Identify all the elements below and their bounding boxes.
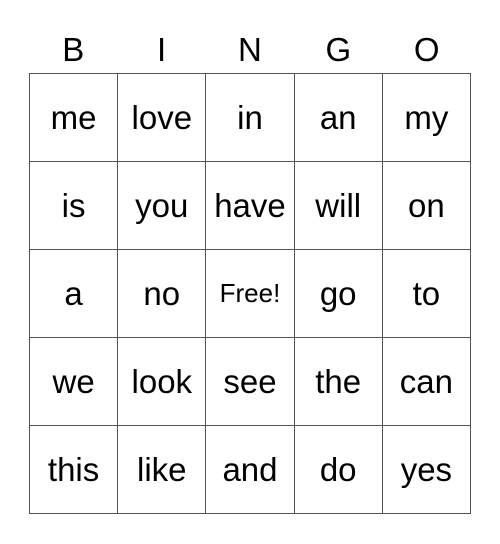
header-letter-i: I (157, 31, 167, 68)
bingo-cell[interactable]: love (118, 74, 207, 162)
header-letter-n: N (238, 31, 262, 68)
bingo-cell[interactable]: my (382, 74, 471, 162)
bingo-cell[interactable]: look (118, 338, 207, 426)
bingo-cell[interactable]: a (30, 250, 119, 338)
bingo-cell[interactable]: an (294, 74, 383, 162)
bingo-cell[interactable]: yes (382, 426, 471, 514)
header-letter-b: B (62, 31, 85, 68)
bingo-cell[interactable]: will (294, 162, 383, 250)
bingo-cell[interactable]: go (294, 250, 383, 338)
bingo-header: B I N G O (29, 30, 471, 70)
bingo-cell[interactable]: you (118, 162, 207, 250)
header-letter-o: O (413, 31, 440, 68)
bingo-cell[interactable]: have (206, 162, 295, 250)
bingo-cell[interactable]: me (30, 74, 119, 162)
bingo-cell[interactable]: this (30, 426, 119, 514)
header-letter-g: G (325, 31, 352, 68)
bingo-cell[interactable]: and (206, 426, 295, 514)
bingo-cell[interactable]: no (118, 250, 207, 338)
bingo-cell[interactable]: we (30, 338, 119, 426)
bingo-cell[interactable]: on (382, 162, 471, 250)
bingo-cell[interactable]: the (294, 338, 383, 426)
bingo-cell[interactable]: like (118, 426, 207, 514)
free-space-cell[interactable]: Free! (206, 250, 295, 338)
bingo-cell[interactable]: to (382, 250, 471, 338)
bingo-cell[interactable]: is (30, 162, 119, 250)
bingo-cell[interactable]: in (206, 74, 295, 162)
bingo-cell[interactable]: can (382, 338, 471, 426)
bingo-cell[interactable]: do (294, 426, 383, 514)
bingo-cell[interactable]: see (206, 338, 295, 426)
bingo-board: me love in an my is you have will on a n… (29, 73, 471, 514)
